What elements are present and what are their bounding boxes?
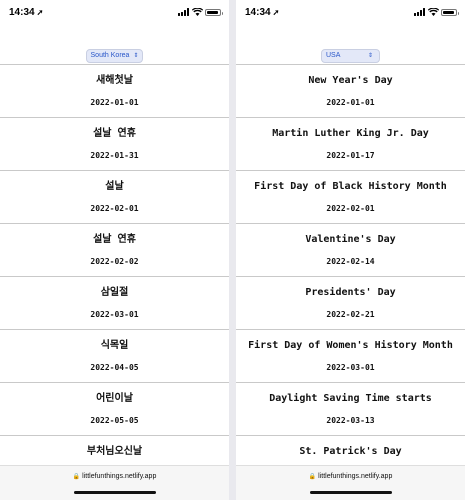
holiday-date: 2022-03-01: [90, 310, 139, 319]
holiday-name: 설날 연휴: [93, 234, 136, 245]
holiday-date: 2022-03-13: [326, 416, 375, 425]
list-item: 설날 2022-02-01: [0, 170, 229, 223]
status-time: 14:34: [245, 7, 271, 18]
home-indicator[interactable]: [309, 491, 392, 494]
holiday-date: 2022-03-01: [326, 363, 375, 372]
holiday-name: Presidents' Day: [305, 287, 396, 298]
lock-icon: 🔒: [308, 474, 317, 480]
list-item: 식목일 2022-04-05: [0, 329, 229, 382]
list-item: First Day of Women's History Month 2022-0…: [236, 329, 465, 382]
holiday-date: 2022-01-01: [90, 98, 139, 107]
wifi-icon: [428, 8, 439, 16]
holiday-name: 어린이날: [96, 393, 133, 404]
list-item: New Year's Day 2022-01-01: [236, 64, 465, 117]
holiday-date: 2022-02-21: [326, 310, 375, 319]
holiday-date: 2022-02-01: [90, 204, 139, 213]
holiday-name: New Year's Day: [308, 75, 393, 86]
country-select[interactable]: USA ⇕: [320, 49, 381, 63]
status-bar: 14:34 ➚: [236, 0, 465, 24]
country-selector-wrap: South Korea ⇕: [0, 42, 229, 63]
chevron-updown-icon: ⇕: [133, 53, 139, 59]
status-icons: [178, 8, 223, 16]
holiday-list: New Year's Day 2022-01-01 Martin Luther K…: [236, 64, 465, 488]
phone-screen-usa: 14:34 ➚ USA ⇕ New Year's Day 2022-01-01 Ma…: [236, 0, 465, 500]
list-item: 새해첫날 2022-01-01: [0, 64, 229, 117]
status-bar: 14:34 ➚: [0, 0, 229, 24]
browser-url-bar[interactable]: 🔒 littlefunthings.netlify.app: [0, 465, 229, 500]
holiday-date: 2022-02-14: [326, 257, 375, 266]
holiday-name: 삼일절: [100, 287, 129, 298]
url-text-wrap: 🔒 littlefunthings.netlify.app: [236, 473, 465, 480]
battery-icon: [441, 9, 459, 16]
list-item: 삼일절 2022-03-01: [0, 276, 229, 329]
list-item: 설날 연휴 2022-02-02: [0, 223, 229, 276]
wifi-icon: [192, 8, 203, 16]
status-time-wrap: 14:34 ➚: [245, 7, 279, 18]
holiday-name: First Day of Black History Month: [254, 181, 447, 192]
holiday-name: Martin Luther King Jr. Day: [272, 128, 429, 139]
status-time: 14:34: [9, 7, 35, 18]
holiday-name: First Day of Women's History Month: [248, 340, 453, 351]
country-select[interactable]: South Korea ⇕: [85, 49, 144, 63]
country-selector-wrap: USA ⇕: [236, 42, 465, 63]
holiday-list: 새해첫날 2022-01-01 설날 연휴 2022-01-31 설날 2022-02…: [0, 64, 229, 488]
list-item: Presidents' Day 2022-02-21: [236, 276, 465, 329]
holiday-date: 2022-01-01: [326, 98, 375, 107]
country-select-value: USA: [325, 52, 341, 59]
holiday-date: 2022-01-31: [90, 151, 139, 160]
holiday-name: 식목일: [100, 340, 129, 351]
url-text: littlefunthings.netlify.app: [82, 473, 157, 480]
list-item: 어린이날 2022-05-05: [0, 382, 229, 435]
url-text: littlefunthings.netlify.app: [318, 473, 393, 480]
list-item: Valentine's Day 2022-02-14: [236, 223, 465, 276]
holiday-date: 2022-02-02: [90, 257, 139, 266]
holiday-name: Daylight Saving Time starts: [269, 393, 432, 404]
country-select-value: South Korea: [90, 52, 130, 59]
list-item: Daylight Saving Time starts 2022-03-13: [236, 382, 465, 435]
holiday-name: 부처님오신날: [86, 446, 143, 457]
holiday-date: 2022-01-17: [326, 151, 375, 160]
location-arrow-icon: ➚: [272, 8, 280, 17]
holiday-name: Valentine's Day: [305, 234, 396, 245]
location-arrow-icon: ➚: [36, 8, 44, 17]
url-text-wrap: 🔒 littlefunthings.netlify.app: [0, 473, 229, 480]
status-time-wrap: 14:34 ➚: [9, 7, 43, 18]
holiday-name: 설날: [105, 181, 124, 192]
home-indicator[interactable]: [73, 491, 156, 494]
list-item: Martin Luther King Jr. Day 2022-01-17: [236, 117, 465, 170]
holiday-name: 새해첫날: [96, 75, 133, 86]
holiday-date: 2022-04-05: [90, 363, 139, 372]
list-item: 설날 연휴 2022-01-31: [0, 117, 229, 170]
chevron-updown-icon: ⇕: [367, 53, 374, 59]
holiday-date: 2022-05-05: [90, 416, 139, 425]
signal-icon: [414, 8, 425, 16]
holiday-name: St. Patrick's Day: [299, 446, 402, 457]
signal-icon: [178, 8, 189, 16]
holiday-name: 설날 연휴: [93, 128, 136, 139]
holiday-date: 2022-02-01: [326, 204, 375, 213]
phone-screen-south-korea: 14:34 ➚ South Korea ⇕ 새해첫날 2022-01-01 설날 연…: [0, 0, 229, 500]
browser-url-bar[interactable]: 🔒 littlefunthings.netlify.app: [236, 465, 465, 500]
status-icons: [414, 8, 459, 16]
list-item: First Day of Black History Month 2022-02-…: [236, 170, 465, 223]
lock-icon: 🔒: [72, 474, 81, 480]
battery-icon: [205, 9, 223, 16]
